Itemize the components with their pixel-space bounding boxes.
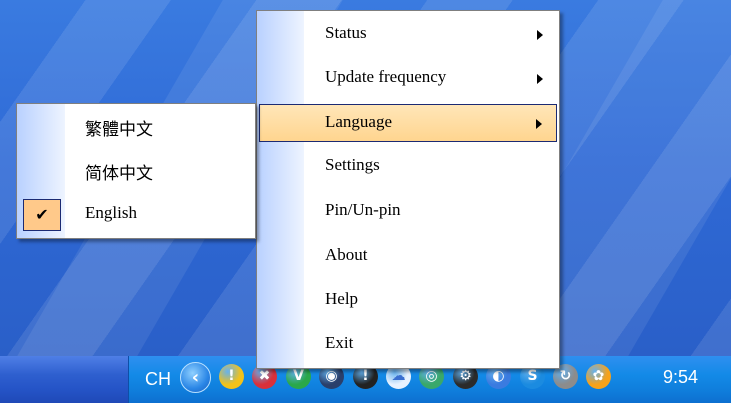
submenu-arrow-icon <box>537 74 543 84</box>
show-hidden-icons-button[interactable]: ‹ <box>180 362 211 393</box>
context-menu: Status Update frequency Language Setting… <box>256 10 560 369</box>
menu-item-help[interactable]: Help <box>259 282 557 318</box>
menu-item-label: English <box>85 203 137 222</box>
language-submenu: 繁體中文 简体中文 ✔ English <box>16 103 256 239</box>
menu-item-language[interactable]: Language <box>259 104 557 142</box>
menu-item-label: Settings <box>325 155 380 174</box>
menu-item-exit[interactable]: Exit <box>259 326 557 362</box>
language-item-simplified-chinese[interactable]: 简体中文 <box>19 152 253 188</box>
language-item-traditional-chinese[interactable]: 繁體中文 <box>19 108 253 144</box>
menu-item-status[interactable]: Status <box>259 16 557 52</box>
msn-butterfly-icon[interactable]: ✿ <box>586 364 611 389</box>
menu-item-update-frequency[interactable]: Update frequency <box>259 60 557 96</box>
menu-item-label: Pin/Un-pin <box>325 200 401 219</box>
menu-item-label: 繁體中文 <box>85 120 153 140</box>
language-item-english[interactable]: ✔ English <box>19 196 253 232</box>
menu-item-label: Language <box>325 112 393 131</box>
menu-item-settings[interactable]: Settings <box>259 148 557 184</box>
input-language-indicator[interactable]: CH <box>145 369 171 390</box>
menu-item-label: Help <box>325 289 359 308</box>
menu-item-label: About <box>325 245 368 264</box>
menu-item-about[interactable]: About <box>259 238 557 274</box>
menu-item-label: Status <box>325 23 367 42</box>
menu-item-label: 简体中文 <box>85 164 153 184</box>
menu-item-label: Exit <box>325 333 354 352</box>
check-icon: ✔ <box>23 199 61 231</box>
submenu-arrow-icon <box>536 119 542 129</box>
menu-item-label: Update frequency <box>325 67 447 86</box>
submenu-arrow-icon <box>537 30 543 40</box>
clock[interactable]: 9:54 <box>663 367 698 388</box>
menu-item-pin-unpin[interactable]: Pin/Un-pin <box>259 193 557 229</box>
shield-icon[interactable]: ! <box>219 364 244 389</box>
